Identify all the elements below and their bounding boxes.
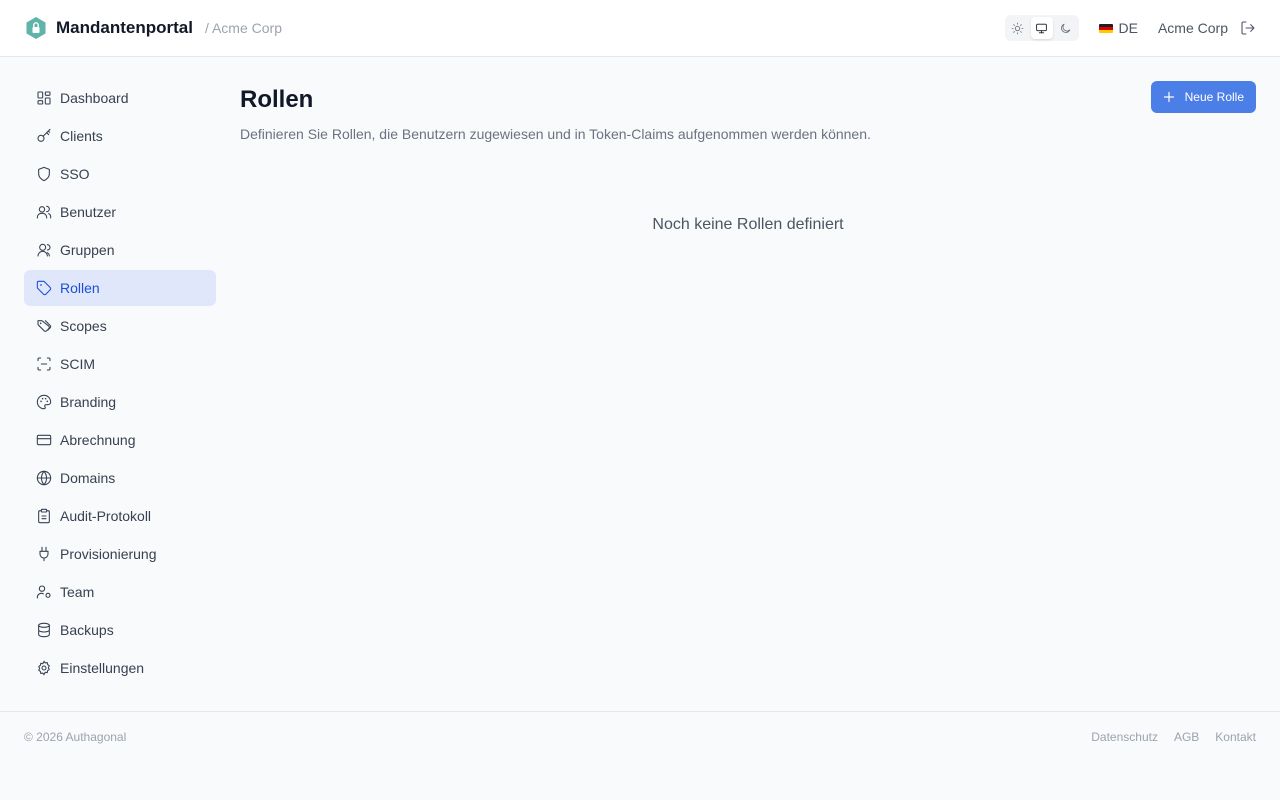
palette-icon [36, 394, 52, 410]
dashboard-icon [37, 91, 51, 105]
key-icon [37, 128, 51, 142]
user-cog-icon [36, 585, 51, 599]
database-icon [38, 622, 50, 638]
sidebar-item-label: Branding [60, 394, 117, 410]
sidebar-item-backups[interactable]: Backups [24, 612, 216, 648]
logout-icon [1241, 21, 1255, 35]
footer-link-agb[interactable]: AGB [1174, 730, 1199, 744]
sidebar-item-gruppen[interactable]: Gruppen [24, 232, 216, 268]
moon-icon [1061, 23, 1071, 33]
tags-icon [37, 320, 52, 332]
light-theme-button[interactable] [1007, 17, 1029, 39]
german-flag-icon [1098, 23, 1113, 33]
footer-links: Datenschutz AGB Kontakt [1091, 730, 1256, 744]
sun-icon [1011, 22, 1024, 34]
sidebar-item-sso[interactable]: SSO [24, 156, 216, 192]
sidebar-item-label: Gruppen [60, 242, 115, 258]
sidebar-item-audit-protokoll[interactable]: Audit-Protokoll [24, 498, 216, 534]
logout-button[interactable] [1240, 20, 1256, 36]
sidebar-item-label: Scopes [60, 318, 107, 334]
new-role-button[interactable]: Neue Rolle [1150, 81, 1256, 113]
sidebar-item-label: SCIM [60, 356, 95, 372]
sidebar-item-label: Team [60, 584, 95, 600]
tenant-breadcrumb: / Acme Corp [204, 20, 282, 36]
users-icon [36, 205, 52, 219]
language-switcher[interactable]: DE [1098, 20, 1138, 36]
sidebar-item-label: Dashboard [60, 90, 129, 106]
sidebar-item-label: SSO [60, 166, 90, 182]
sidebar-item-branding[interactable]: Branding [24, 384, 216, 420]
plug-icon [39, 546, 49, 562]
sidebar-item-benutzer[interactable]: Benutzer [24, 194, 216, 230]
sidebar-item-provisionierung[interactable]: Provisionierung [24, 536, 216, 572]
footer-link-datenschutz[interactable]: Datenschutz [1091, 730, 1158, 744]
scan-icon [37, 357, 51, 371]
sidebar-item-label: Einstellungen [60, 660, 145, 676]
sidebar-item-label: Backups [60, 622, 114, 638]
tenant-name: Acme Corp [1157, 20, 1228, 36]
sidebar-item-label: Rollen [60, 280, 100, 296]
group-icon [37, 243, 51, 257]
sidebar-item-label: Clients [60, 128, 103, 144]
sidebar-item-label: Abrechnung [60, 432, 136, 448]
page-description: Definieren Sie Rollen, die Benutzern zug… [240, 126, 871, 142]
page-footer: © 2026 Authagonal Datenschutz AGB Kontak… [0, 711, 1280, 800]
tag-icon [36, 280, 52, 296]
logo-icon[interactable] [24, 16, 48, 40]
empty-state-message: Noch keine Rollen definiert [652, 216, 844, 233]
sidebar-item-einstellungen[interactable]: Einstellungen [24, 650, 216, 686]
sidebar-item-rollen[interactable]: Rollen [24, 270, 216, 306]
system-theme-button[interactable] [1030, 17, 1053, 39]
sidebar-item-scim[interactable]: SCIM [24, 346, 216, 382]
plus-icon [1163, 91, 1174, 103]
sidebar-item-clients[interactable]: Clients [24, 118, 216, 154]
dark-theme-button[interactable] [1055, 17, 1077, 39]
top-header: Mandantenportal / Acme Corp DE Acme Corp [0, 0, 1280, 57]
header-actions: DE Acme Corp [1004, 15, 1256, 41]
theme-switcher [1004, 15, 1079, 41]
sidebar-item-label: Domains [60, 470, 116, 486]
sidebar-item-label: Benutzer [60, 204, 117, 220]
clipboard-icon [38, 508, 50, 524]
main-content: Rollen Definieren Sie Rollen, die Benutz… [240, 80, 1256, 233]
sidebar-item-label: Provisionierung [60, 546, 157, 562]
sidebar-item-dashboard[interactable]: Dashboard [24, 80, 216, 116]
footer-link-kontakt[interactable]: Kontakt [1215, 730, 1256, 744]
shield-icon [38, 166, 50, 182]
new-role-label: Neue Rolle [1184, 90, 1244, 104]
app-title[interactable]: Mandantenportal [56, 18, 193, 38]
language-label: DE [1118, 20, 1138, 36]
globe-icon [36, 470, 52, 486]
sidebar-nav: Dashboard Clients SSO Benutzer Gruppen R… [24, 80, 216, 688]
sidebar-item-scopes[interactable]: Scopes [24, 308, 216, 344]
sidebar-item-label: Audit-Protokoll [60, 508, 152, 524]
copyright-text: © 2026 Authagonal [24, 730, 127, 744]
sidebar-item-domains[interactable]: Domains [24, 460, 216, 496]
sidebar-item-team[interactable]: Team [24, 574, 216, 610]
sidebar-item-abrechnung[interactable]: Abrechnung [24, 422, 216, 458]
monitor-icon [1036, 23, 1047, 33]
page-title: Rollen [240, 86, 314, 113]
gear-icon [38, 660, 50, 676]
credit-card-icon [36, 434, 52, 446]
